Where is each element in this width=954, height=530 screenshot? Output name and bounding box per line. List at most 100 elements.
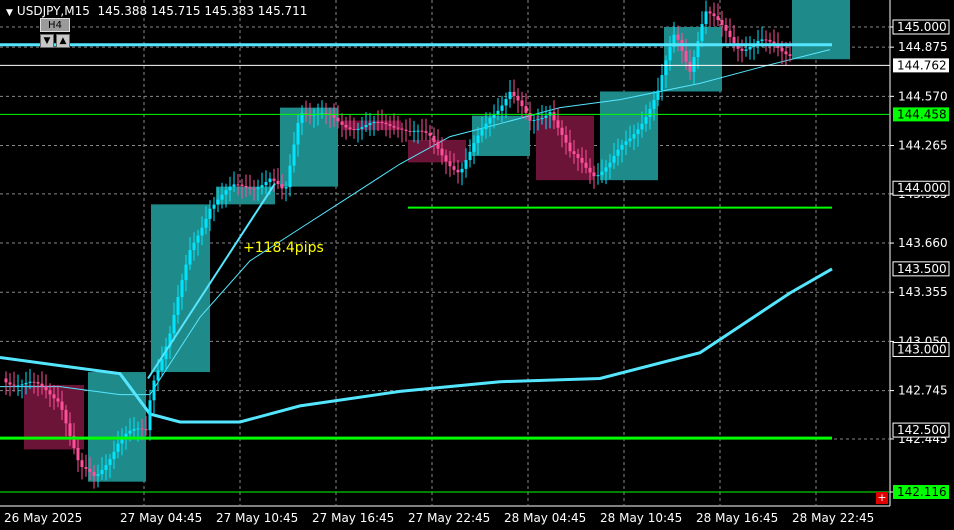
- time-tick-label: 28 May 04:45: [504, 511, 586, 525]
- candle-bull: [264, 182, 268, 186]
- time-tick-label: 27 May 04:45: [120, 511, 202, 525]
- price-label-text: 143.000: [897, 342, 947, 356]
- time-tick-label: 27 May 16:45: [312, 511, 394, 525]
- candle-bull: [24, 382, 28, 385]
- candle-bear: [60, 401, 64, 410]
- candle-bull: [260, 185, 264, 188]
- price-label-text: 144.000: [897, 181, 947, 195]
- candle-bull: [624, 141, 628, 145]
- candle-bear: [396, 127, 400, 129]
- candle-bear: [576, 153, 580, 158]
- candle-bear: [592, 172, 596, 177]
- candle-bear: [716, 16, 720, 21]
- candle-bull: [596, 175, 600, 177]
- candle-bear: [688, 61, 692, 72]
- candle-bull: [116, 443, 120, 452]
- candle-bear: [436, 141, 440, 149]
- candle-bear: [720, 20, 724, 25]
- time-tick-label: 27 May 22:45: [408, 511, 490, 525]
- candle-bull: [372, 121, 376, 124]
- candle-bear: [68, 423, 72, 436]
- candle-bear: [272, 178, 276, 181]
- candle-bear: [520, 100, 524, 107]
- candle-bull: [412, 130, 416, 132]
- candle-bear: [76, 447, 80, 461]
- candle-bull: [468, 151, 472, 161]
- time-tick-label: 28 May 16:45: [696, 511, 778, 525]
- candle-bull: [668, 46, 672, 61]
- candle-bear: [388, 124, 392, 126]
- candle-bear: [712, 13, 716, 17]
- time-tick-label: 28 May 10:45: [600, 511, 682, 525]
- timeframe-up-icon[interactable]: ▲: [56, 34, 70, 48]
- candle-bull: [172, 314, 176, 334]
- candle-bull: [148, 400, 152, 431]
- add-plus-button[interactable]: +: [876, 492, 888, 504]
- candle-bear: [52, 394, 56, 399]
- price-label-text: 145.000: [897, 20, 947, 34]
- candle-bull: [128, 430, 132, 434]
- candle-bear: [788, 54, 792, 57]
- candle-bull: [188, 250, 192, 265]
- candle-bear: [740, 48, 744, 51]
- candle-bear: [428, 132, 432, 136]
- time-tick-label: 27 May 10:45: [216, 511, 298, 525]
- candle-bull: [296, 122, 300, 145]
- candle-bear: [724, 24, 728, 31]
- candle-bull: [136, 428, 140, 430]
- candle-bear: [516, 95, 520, 101]
- candle-bull: [356, 128, 360, 130]
- timeframe-down-icon[interactable]: ▼: [40, 34, 54, 48]
- candle-bear: [684, 50, 688, 62]
- candle-bear: [408, 130, 412, 132]
- candle-bear: [44, 386, 48, 391]
- candle-bear: [588, 167, 592, 173]
- candle-bear: [384, 122, 388, 125]
- candle-bull: [604, 167, 608, 172]
- candle-bear: [456, 169, 460, 173]
- candle-bull: [532, 119, 536, 121]
- candle-bull: [184, 264, 188, 281]
- price-label-text: 142.116: [897, 485, 947, 499]
- price-label-text: 142.500: [897, 423, 947, 437]
- candle-bull: [760, 39, 764, 41]
- candle-bear: [64, 409, 68, 424]
- candle-bear: [732, 37, 736, 44]
- symbol-label: USDJPY,M15: [16, 4, 90, 18]
- timeframe-label[interactable]: H4: [40, 18, 70, 32]
- bull-box: [792, 0, 850, 60]
- price-chart[interactable]: 145.000144.875144.570144.265143.965143.6…: [0, 0, 954, 530]
- candle-bull: [204, 218, 208, 228]
- candle-bull: [160, 359, 164, 371]
- candle-bull: [700, 24, 704, 42]
- candle-bull: [492, 114, 496, 118]
- candle-bull: [620, 144, 624, 150]
- time-tick-label: 28 May 22:45: [792, 511, 874, 525]
- candle-bear: [236, 184, 240, 186]
- candle-bear: [36, 382, 40, 384]
- candle-bull: [232, 184, 236, 187]
- candle-bull: [652, 99, 656, 109]
- candle-bear: [376, 121, 380, 123]
- candle-bull: [500, 105, 504, 111]
- candle-bear: [332, 114, 336, 118]
- candle-bear: [452, 166, 456, 170]
- candle-bull: [132, 428, 136, 431]
- ohlc-values: 145.388 145.715 145.383 145.711: [97, 4, 308, 18]
- candle-bear: [380, 122, 384, 124]
- candle-bull: [600, 171, 604, 176]
- candle-bull: [200, 227, 204, 236]
- candle-bear: [32, 381, 36, 383]
- candle-bull: [664, 60, 668, 76]
- candle-bear: [8, 382, 12, 385]
- candle-bull: [104, 465, 108, 470]
- candle-bull: [152, 380, 156, 401]
- time-tick-label: 26 May 2025: [4, 511, 82, 525]
- candle-bull: [292, 144, 296, 166]
- candle-bear: [420, 130, 424, 132]
- candle-bull: [656, 90, 660, 100]
- candle-bull: [616, 149, 620, 156]
- candle-bull: [108, 459, 112, 466]
- candle-bull: [704, 11, 708, 25]
- candle-bear: [40, 383, 44, 387]
